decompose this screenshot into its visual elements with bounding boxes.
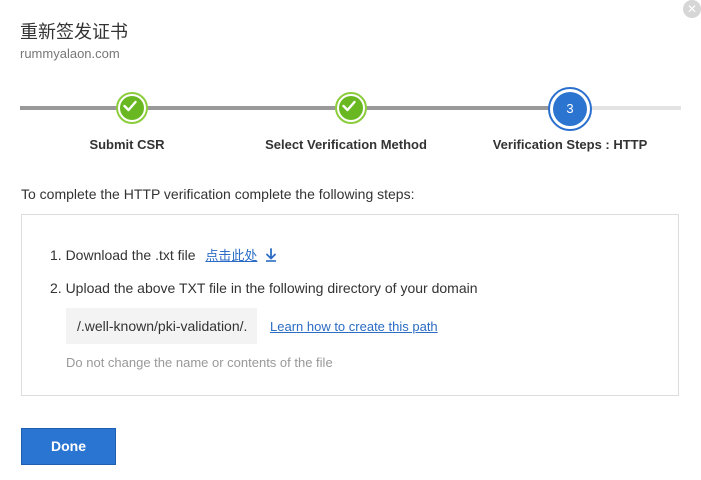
download-file-link[interactable]: 点击此处 — [205, 249, 257, 264]
step-1-text: 1. Download the .txt file — [50, 247, 196, 263]
domain-name: rummyalaon.com — [20, 46, 120, 61]
step-3-label: Verification Steps : HTTP — [492, 137, 648, 152]
step-2-check-icon — [335, 92, 367, 124]
instruction-step-1: 1. Download the .txt file 点击此处 — [50, 245, 277, 264]
dialog-title: 重新签发证书 — [20, 22, 128, 43]
close-icon[interactable]: ✕ — [683, 0, 701, 18]
step-3-number: 3 — [553, 92, 587, 126]
stepper-track-completed — [20, 106, 570, 110]
step-1-check-icon — [116, 92, 148, 124]
step-3-indicator: 3 — [548, 87, 592, 131]
learn-path-link[interactable]: Learn how to create this path — [270, 319, 438, 334]
instructions-panel: 1. Download the .txt file 点击此处 2. Upload… — [21, 214, 679, 396]
instruction-step-2: 2. Upload the above TXT file in the foll… — [50, 280, 478, 296]
step-2-label: Select Verification Method — [265, 137, 427, 152]
done-button[interactable]: Done — [21, 428, 116, 465]
instructions-intro: To complete the HTTP verification comple… — [21, 186, 415, 202]
validation-path-field[interactable]: /.well-known/pki-validation/. — [66, 308, 257, 344]
download-icon[interactable] — [265, 248, 277, 262]
progress-stepper: 3 Submit CSR Select Verification Method … — [0, 87, 701, 158]
step-1-label: Submit CSR — [89, 137, 165, 152]
file-note: Do not change the name or contents of th… — [66, 355, 333, 370]
reissue-certificate-dialog: ✕ 重新签发证书 rummyalaon.com 3 Submit CSR Sel… — [0, 0, 701, 480]
